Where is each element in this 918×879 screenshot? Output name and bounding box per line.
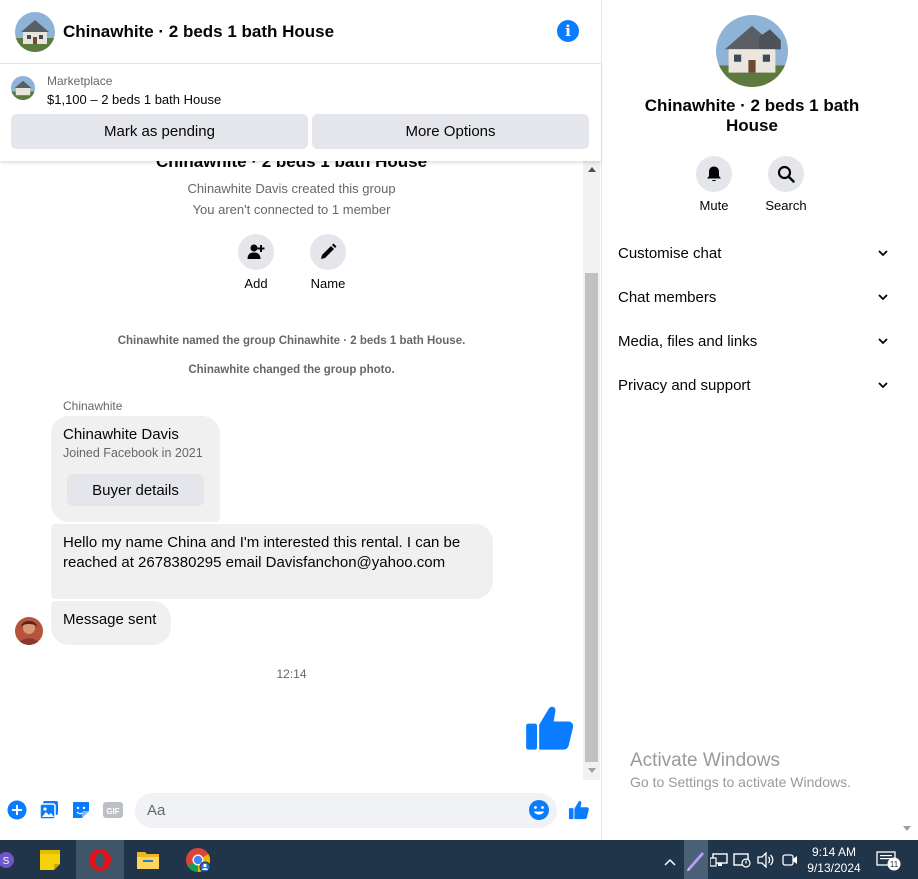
message-input[interactable] — [135, 793, 557, 828]
group-photo-note: Chinawhite changed the group photo. — [188, 364, 395, 376]
section-label: Chat members — [618, 288, 717, 306]
search-label: Search — [765, 198, 807, 213]
notification-icon[interactable]: 11 — [876, 851, 902, 876]
scroll-down-arrow-icon[interactable] — [588, 768, 596, 773]
taskbar-clock[interactable]: 9:14 AM 9/13/2024 — [800, 844, 868, 876]
created-note: Chinawhite Davis created this group — [187, 181, 396, 196]
info-title: Chinawhite · 2 beds 1 bath House — [644, 96, 860, 135]
plus-circle-icon[interactable] — [7, 800, 27, 820]
add-member-button[interactable]: Add — [226, 234, 286, 291]
mark-as-pending-button[interactable]: Mark as pending — [11, 114, 308, 149]
sender-name: Chinawhite — [63, 399, 123, 413]
pencil-icon — [310, 234, 346, 270]
file-explorer-icon[interactable] — [128, 840, 168, 879]
listing-title[interactable]: $1,100 – 2 beds 1 bath House — [47, 92, 221, 107]
search-icon[interactable]: S — [0, 840, 18, 879]
meet-now-icon[interactable] — [782, 852, 798, 873]
privacy-support-section[interactable]: Privacy and support — [618, 373, 888, 397]
profile-joined: Joined Facebook in 2021 — [63, 446, 203, 460]
mute-label: Mute — [699, 198, 729, 213]
search-icon — [768, 156, 804, 192]
gif-icon[interactable]: GIF — [103, 800, 123, 820]
notification-count: 11 — [890, 860, 899, 869]
security-alert-icon[interactable] — [733, 852, 751, 873]
thumbs-up-icon[interactable] — [524, 702, 576, 759]
profile-card: Chinawhite Davis Joined Facebook in 2021… — [51, 416, 220, 522]
section-label: Media, files and links — [618, 332, 758, 350]
scroll-up-arrow-icon[interactable] — [588, 167, 596, 172]
clock-time: 9:14 AM — [811, 845, 857, 859]
clock-date: 9/13/2024 — [807, 861, 861, 875]
avatar[interactable] — [15, 617, 43, 645]
listing-thumbnail[interactable] — [11, 76, 35, 100]
group-named-note: Chinawhite named the group Chinawhite · … — [117, 335, 466, 347]
message-timestamp: 12:14 — [276, 667, 307, 681]
chat-header: Chinawhite · 2 beds 1 bath House i — [0, 0, 601, 64]
volume-icon[interactable] — [757, 851, 775, 873]
app-window: Chinawhite · 2 beds 1 bath House i Marke… — [0, 0, 918, 879]
add-label: Add — [244, 276, 268, 291]
emoji-icon[interactable] — [528, 799, 550, 826]
svg-text:S: S — [3, 856, 10, 867]
photo-icon[interactable] — [39, 800, 59, 820]
chevron-up-icon[interactable] — [664, 854, 676, 872]
bell-icon — [696, 156, 732, 192]
thumbs-up-icon[interactable] — [568, 799, 590, 826]
chrome-icon[interactable] — [176, 840, 220, 879]
chat-title: Chinawhite · 2 beds 1 bath House — [63, 21, 335, 41]
message-bubble[interactable]: Message sent — [51, 601, 171, 645]
group-avatar-large[interactable] — [716, 15, 788, 87]
svg-text:GIF: GIF — [106, 807, 119, 816]
pen-icon[interactable] — [684, 840, 708, 879]
add-person-icon — [238, 234, 274, 270]
mute-button[interactable]: Mute — [684, 156, 744, 213]
watermark-title: Activate Windows — [630, 750, 780, 771]
watermark-subtitle: Go to Settings to activate Windows. — [630, 774, 851, 790]
connected-note: You aren't connected to 1 member — [192, 202, 391, 217]
group-name-heading: Chinawhite · 2 beds 1 bath House — [155, 161, 428, 171]
search-button[interactable]: Search — [756, 156, 816, 213]
marketplace-label: Marketplace — [47, 74, 113, 88]
opera-icon[interactable] — [76, 840, 124, 879]
profile-name: Chinawhite Davis — [63, 426, 179, 443]
customise-chat-section[interactable]: Customise chat — [618, 241, 888, 265]
sticky-notes-icon[interactable] — [30, 840, 70, 879]
marketplace-bar: Marketplace $1,100 – 2 beds 1 bath House… — [0, 64, 601, 161]
group-avatar[interactable] — [15, 11, 55, 52]
network-icon[interactable] — [709, 852, 728, 873]
chat-info-panel: Chinawhite · 2 beds 1 bath House Mute Se… — [602, 0, 918, 840]
more-options-button[interactable]: More Options — [312, 114, 589, 149]
sticker-icon[interactable] — [71, 800, 91, 820]
section-label: Privacy and support — [618, 376, 751, 394]
chat-scrollbar[interactable] — [583, 161, 600, 780]
name-group-button[interactable]: Name — [298, 234, 358, 291]
chat-panel: Chinawhite · 2 beds 1 bath House i Marke… — [0, 0, 601, 840]
info-icon[interactable]: i — [557, 20, 579, 42]
scroll-down-arrow-icon[interactable] — [903, 826, 911, 831]
chat-members-section[interactable]: Chat members — [618, 285, 888, 309]
message-bubble[interactable]: Hello my name China and I'm interested t… — [51, 524, 493, 599]
chevron-down-icon — [878, 250, 888, 257]
name-label: Name — [310, 276, 346, 291]
section-label: Customise chat — [618, 244, 722, 262]
buyer-details-button[interactable]: Buyer details — [67, 474, 204, 506]
scrollbar-thumb[interactable] — [585, 273, 598, 762]
chevron-down-icon — [878, 338, 888, 345]
chevron-down-icon — [878, 294, 888, 301]
taskbar: S 9:14 AM 9/13/2024 11 — [0, 840, 918, 879]
activate-windows-watermark: Activate Windows Go to Settings to activ… — [630, 750, 851, 790]
message-composer: GIF — [0, 780, 601, 840]
chevron-down-icon — [878, 382, 888, 389]
media-files-links-section[interactable]: Media, files and links — [618, 329, 888, 353]
message-list: Chinawhite · 2 beds 1 bath House Chinawh… — [0, 161, 583, 780]
